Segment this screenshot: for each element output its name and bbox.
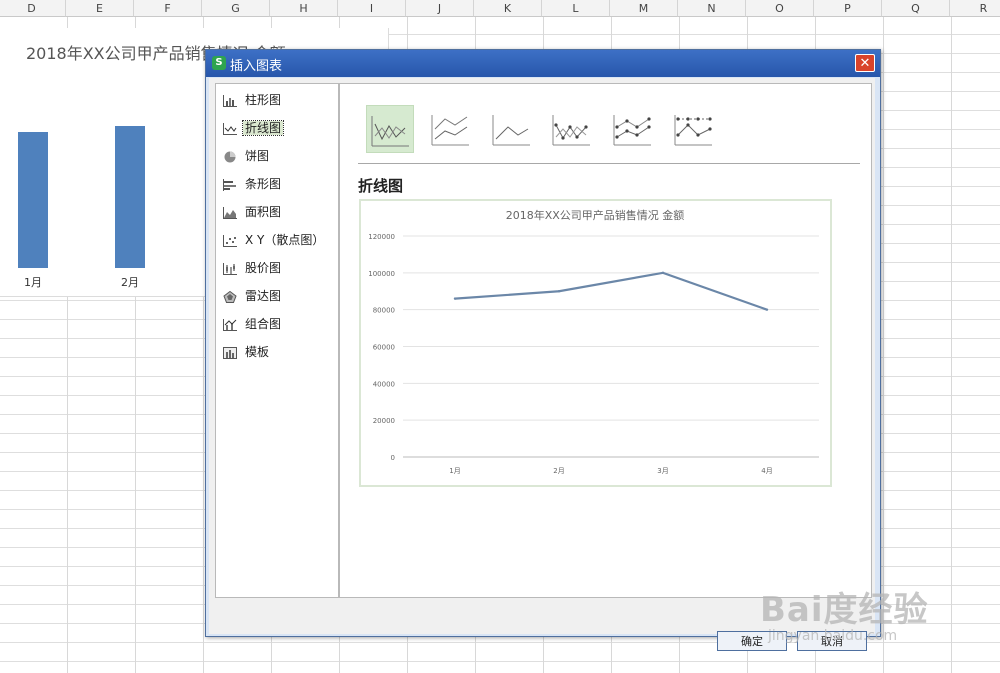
insert-chart-dialog: S 插入图表 ✕ 柱形图 折线图 饼图 条形图 面积图 X Y（散点图） 股价图… xyxy=(205,49,881,651)
subtype-percent-line-markers[interactable] xyxy=(670,105,716,151)
dialog-titlebar[interactable]: S 插入图表 ✕ xyxy=(206,50,880,77)
pie-chart-icon xyxy=(224,151,236,162)
column-header-h[interactable]: H xyxy=(270,0,338,17)
data-point xyxy=(557,290,561,293)
x-tick-label: 4月 xyxy=(761,467,772,475)
subtype-stacked-line-markers[interactable] xyxy=(609,105,655,151)
column-header-d[interactable]: D xyxy=(0,0,66,17)
x-tick-label: 2月 xyxy=(553,467,564,475)
chart-type-label: 股价图 xyxy=(245,261,282,275)
column-header-l[interactable]: L xyxy=(542,0,610,17)
radar-chart-icon xyxy=(223,290,237,303)
dialog-body: 柱形图 折线图 饼图 条形图 面积图 X Y（散点图） 股价图 雷达图 组合图 … xyxy=(209,78,875,651)
data-point xyxy=(453,297,457,300)
chart-type-label: 饼图 xyxy=(245,149,270,163)
chart-preview: 2018年XX公司甲产品销售情况 金额 0 20000 40000 60000 80000… xyxy=(359,199,832,487)
chart-type-horizontal-bar[interactable]: 条形图 xyxy=(223,175,327,193)
column-header-j[interactable]: J xyxy=(406,0,474,17)
subtype-line[interactable] xyxy=(366,105,414,153)
chart-type-label: 组合图 xyxy=(245,317,282,331)
x-tick-label: 3月 xyxy=(657,467,668,475)
chart-type-label: 折线图 xyxy=(241,120,285,136)
chart-type-bar[interactable]: 柱形图 xyxy=(223,91,327,109)
data-point xyxy=(765,308,769,311)
column-header-p[interactable]: P xyxy=(814,0,882,17)
line-chart: 2018年XX公司甲产品销售情况 金额 0 20000 40000 60000 80000… xyxy=(368,208,819,475)
subtype-stacked-line[interactable] xyxy=(427,105,473,151)
watermark-main: Bai度经验 xyxy=(760,590,929,630)
chart-type-pie[interactable]: 饼图 xyxy=(223,147,327,165)
x-tick-label: 1月 xyxy=(449,467,460,475)
chart-title: 2018年XX公司甲产品销售情况 金额 xyxy=(506,208,685,222)
line-chart-icon xyxy=(223,122,237,135)
column-header-i[interactable]: I xyxy=(338,0,406,17)
y-tick-label: 20000 xyxy=(373,417,395,425)
dialog-title: 插入图表 xyxy=(230,59,283,74)
watermark: Bai度经验 jingyan.baidu.com xyxy=(760,582,960,652)
column-header-n[interactable]: N xyxy=(678,0,746,17)
line-subtype-icon xyxy=(371,116,409,147)
horizontal-bar-chart-icon xyxy=(223,178,236,191)
line-markers-subtype-icon xyxy=(552,115,590,146)
percent-line-subtype-icon xyxy=(492,115,530,146)
background-chart-bar xyxy=(115,126,145,268)
chart-type-label: 条形图 xyxy=(245,177,282,191)
watermark-url: jingyan.baidu.com xyxy=(768,628,898,644)
chart-type-stock[interactable]: 股价图 xyxy=(223,259,327,277)
preview-title: 折线图 xyxy=(358,177,404,195)
scatter-chart-icon xyxy=(223,234,237,247)
column-header-r[interactable]: R xyxy=(950,0,1000,17)
chart-type-radar[interactable]: 雷达图 xyxy=(223,287,327,305)
background-chart-x-label: 2月 xyxy=(121,276,139,289)
y-tick-label: 0 xyxy=(391,454,395,462)
chart-type-list: 柱形图 折线图 饼图 条形图 面积图 X Y（散点图） 股价图 雷达图 组合图 … xyxy=(215,83,339,598)
y-tick-label: 80000 xyxy=(373,307,395,315)
chart-type-area[interactable]: 面积图 xyxy=(223,203,327,221)
chart-type-combo[interactable]: 组合图 xyxy=(223,315,327,333)
chart-type-template[interactable]: 模板 xyxy=(223,343,327,361)
chart-type-label: 雷达图 xyxy=(245,289,282,303)
background-chart-x-label: 1月 xyxy=(24,276,42,289)
y-tick-label: 100000 xyxy=(368,270,395,278)
y-tick-label: 60000 xyxy=(373,344,395,352)
series-line xyxy=(454,271,768,311)
column-header-o[interactable]: O xyxy=(746,0,814,17)
background-chart-bar xyxy=(18,132,48,268)
divider xyxy=(358,163,860,164)
chart-type-label: 模板 xyxy=(245,345,270,359)
area-chart-icon xyxy=(223,206,237,219)
chart-type-line[interactable]: 折线图 xyxy=(223,119,327,137)
column-header-e[interactable]: E xyxy=(66,0,134,17)
y-tick-label: 120000 xyxy=(368,233,395,241)
subtype-percent-line[interactable] xyxy=(488,105,534,151)
chart-type-label: X Y（散点图） xyxy=(245,233,325,247)
combo-chart-icon xyxy=(223,318,237,331)
app-logo-icon: S xyxy=(212,56,226,70)
chart-type-label: 面积图 xyxy=(245,205,282,219)
stacked-line-markers-subtype-icon xyxy=(613,115,651,146)
column-header-k[interactable]: K xyxy=(474,0,542,17)
column-header-q[interactable]: Q xyxy=(882,0,950,17)
data-point xyxy=(661,271,665,275)
y-tick-label: 40000 xyxy=(373,380,395,388)
stock-chart-icon xyxy=(223,262,237,275)
chart-type-scatter[interactable]: X Y（散点图） xyxy=(223,231,327,249)
chart-options-panel: 折线图 2018年XX公司甲产品销售情况 金额 0 20000 40000 60000 8… xyxy=(339,83,872,598)
template-icon xyxy=(223,346,237,359)
subtype-line-markers[interactable] xyxy=(548,105,594,151)
stacked-line-subtype-icon xyxy=(431,115,469,146)
bar-chart-icon xyxy=(223,94,237,107)
close-button[interactable]: ✕ xyxy=(855,54,875,72)
column-header-g[interactable]: G xyxy=(202,0,270,17)
column-header-m[interactable]: M xyxy=(610,0,678,17)
column-header-f[interactable]: F xyxy=(134,0,202,17)
percent-line-markers-subtype-icon xyxy=(674,115,712,146)
chart-type-label: 柱形图 xyxy=(245,93,282,107)
